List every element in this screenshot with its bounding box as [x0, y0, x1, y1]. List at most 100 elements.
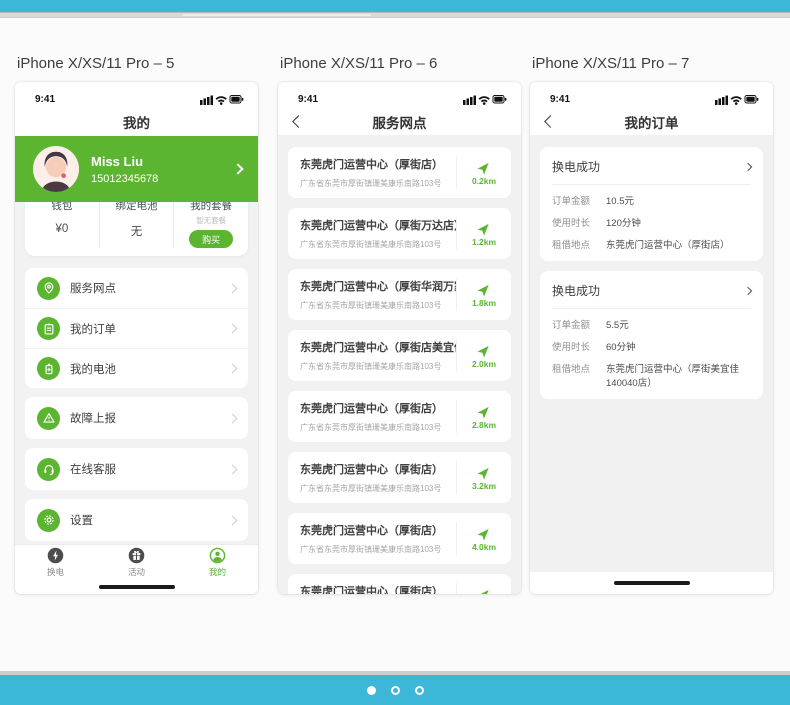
order-duration-label: 使用时长	[552, 215, 606, 229]
tab-activity[interactable]: 活动	[96, 545, 177, 580]
horizontal-scrollbar[interactable]	[0, 12, 790, 18]
store-info: 东莞虎门运营中心（厚街华润万家店） 广东省东莞市厚街镇珊美康乐南路103号	[300, 278, 456, 311]
menu-item-online-service[interactable]: 在线客服	[25, 448, 248, 490]
scrollbar-thumb[interactable]	[182, 14, 372, 16]
store-card[interactable]: 东莞虎门运营中心（厚街店） 广东省东莞市厚街镇珊美康乐南路103号 4.0km	[288, 513, 511, 564]
page-title: 我的	[123, 112, 150, 132]
home-indicator[interactable]	[99, 585, 175, 589]
tab-battery-swap[interactable]: 换电	[15, 545, 96, 580]
navigate-button[interactable]: 4.0km	[456, 522, 511, 555]
store-card[interactable]: 东莞虎门运营中心（厚街店美宜佳1400 广东省东莞市厚街镇珊美康乐南路103号 …	[288, 330, 511, 381]
menu-label: 服务网点	[70, 280, 229, 296]
artboard-orders: iPhone X/XS/11 Pro – 7 9:41	[530, 55, 773, 594]
store-card[interactable]: 东莞虎门运营中心（厚街华润万家店） 广东省东莞市厚街镇珊美康乐南路103号 1.…	[288, 269, 511, 320]
navigate-button[interactable]: 4.0km	[456, 583, 511, 594]
order-location-row: 租借地点 东莞虎门运营中心（厚街美宜佳140040店）	[552, 361, 751, 389]
page-title: 我的订单	[625, 112, 679, 132]
menu-label: 我的电池	[70, 361, 229, 377]
artboard-title: iPhone X/XS/11 Pro – 6	[280, 55, 521, 72]
navigate-button[interactable]: 0.2km	[456, 156, 511, 189]
navigation-arrow-icon	[473, 217, 494, 238]
order-header[interactable]: 换电成功	[552, 158, 751, 185]
menu-group-settings: 设置	[25, 499, 248, 541]
store-address: 广东省东莞市厚街镇珊美康乐南路103号	[300, 239, 456, 250]
navigate-button[interactable]: 2.0km	[456, 339, 511, 372]
order-status: 换电成功	[552, 282, 600, 299]
plan-sub-label: 暂无套餐	[196, 215, 226, 226]
menu-item-fault-report[interactable]: 故障上报	[25, 397, 248, 439]
navigation-arrow-icon	[473, 400, 494, 421]
status-time: 9:41	[35, 94, 55, 105]
menu-item-my-battery[interactable]: 我的电池	[25, 348, 248, 388]
plan-label: 我的套餐	[190, 202, 232, 213]
chevron-right-icon	[228, 283, 238, 293]
back-button[interactable]	[292, 115, 305, 128]
navigate-button[interactable]: 2.8km	[456, 400, 511, 433]
navigate-button[interactable]: 3.2km	[456, 461, 511, 494]
menu-item-settings[interactable]: 设置	[25, 499, 248, 541]
store-info: 东莞虎门运营中心（厚街店） 广东省东莞市厚街镇珊美康乐南路103号	[300, 461, 456, 494]
order-duration-row: 使用时长 60分钟	[552, 339, 751, 353]
gear-icon	[37, 509, 60, 532]
menu-label: 设置	[70, 512, 229, 528]
chevron-right-icon	[744, 162, 752, 170]
order-location-value: 东莞虎门运营中心（厚街店）	[606, 237, 730, 251]
order-header[interactable]: 换电成功	[552, 282, 751, 309]
bound-battery-stat[interactable]: 绑定电池 无	[99, 202, 174, 248]
nav-bar: 我的	[15, 108, 258, 136]
navigate-button[interactable]: 1.2km	[456, 217, 511, 250]
menu-label: 在线客服	[70, 461, 229, 477]
store-card[interactable]: 东莞虎门运营中心（厚街店） 广东省东莞市厚街镇珊美康乐南路103号 0.2km	[288, 147, 511, 198]
menu-group-service: 在线客服	[25, 448, 248, 490]
store-info: 东莞虎门运营中心（厚街店） 广东省东莞市厚街镇珊美康乐南路103号	[300, 583, 456, 594]
menu-group-fault: 故障上报	[25, 397, 248, 439]
page-bottom-bar	[0, 671, 790, 705]
design-canvas: iPhone X/XS/11 Pro – 5 9:41	[0, 18, 790, 594]
order-duration-value: 120分钟	[606, 215, 641, 229]
navigation-arrow-icon	[473, 583, 494, 594]
tab-mine[interactable]: 我的	[177, 545, 258, 580]
back-button[interactable]	[544, 115, 557, 128]
store-address: 广东省东莞市厚街镇珊美康乐南路103号	[300, 361, 456, 372]
avatar	[33, 146, 79, 192]
store-card[interactable]: 东莞虎门运营中心（厚街店） 广东省东莞市厚街镇珊美康乐南路103号 3.2km	[288, 452, 511, 503]
battery-icon	[37, 357, 60, 380]
wallet-stat[interactable]: 钱包 ¥0	[25, 202, 99, 248]
bound-battery-label: 绑定电池	[116, 202, 158, 213]
home-indicator-area	[530, 572, 773, 594]
home-indicator[interactable]	[614, 581, 690, 585]
chevron-right-icon	[228, 515, 238, 525]
profile-card[interactable]: Miss Liu 15012345678	[15, 136, 258, 202]
navigate-button[interactable]: 1.8km	[456, 278, 511, 311]
navigation-arrow-icon	[473, 278, 494, 299]
status-bar: 9:41	[15, 82, 258, 108]
chevron-right-icon	[228, 364, 238, 374]
store-card[interactable]: 东莞虎门运营中心（厚街万达店） 广东省东莞市厚街镇珊美康乐南路103号 1.2k…	[288, 208, 511, 259]
page-top-bar	[0, 0, 790, 12]
menu-item-my-orders[interactable]: 我的订单	[25, 308, 248, 348]
phone-frame-stores: 9:41 服务网点	[278, 82, 521, 594]
tab-bar: 换电 活动	[15, 544, 258, 580]
tab-label: 换电	[47, 566, 64, 578]
nav-bar: 服务网点	[278, 108, 521, 136]
pagination-dot-3[interactable]	[415, 686, 424, 695]
menu-item-service-network[interactable]: 服务网点	[25, 268, 248, 308]
buy-plan-button[interactable]: 购买	[189, 230, 233, 248]
store-info: 东莞虎门运营中心（厚街店美宜佳1400 广东省东莞市厚街镇珊美康乐南路103号	[300, 339, 456, 372]
store-card[interactable]: 东莞虎门运营中心（厚街店） 广东省东莞市厚街镇珊美康乐南路103号 2.8km	[288, 391, 511, 442]
store-card[interactable]: 东莞虎门运营中心（厚街店） 广东省东莞市厚街镇珊美康乐南路103号 4.0km	[288, 574, 511, 594]
order-status: 换电成功	[552, 158, 600, 175]
store-address: 广东省东莞市厚街镇珊美康乐南路103号	[300, 422, 456, 433]
store-name: 东莞虎门运营中心（厚街店）	[300, 156, 456, 172]
wallet-value: ¥0	[55, 223, 68, 235]
pagination-dot-2[interactable]	[391, 686, 400, 695]
profile-phone: 15012345678	[91, 173, 234, 185]
tab-label: 活动	[128, 566, 145, 578]
pagination-dot-1[interactable]	[367, 686, 376, 695]
store-info: 东莞虎门运营中心（厚街店） 广东省东莞市厚街镇珊美康乐南路103号	[300, 156, 456, 189]
store-info: 东莞虎门运营中心（厚街店） 广东省东莞市厚街镇珊美康乐南路103号	[300, 522, 456, 555]
status-icons	[200, 93, 244, 105]
store-name: 东莞虎门运营中心（厚街店）	[300, 400, 456, 416]
bound-battery-value: 无	[131, 223, 143, 239]
map-pin-icon	[37, 277, 60, 300]
